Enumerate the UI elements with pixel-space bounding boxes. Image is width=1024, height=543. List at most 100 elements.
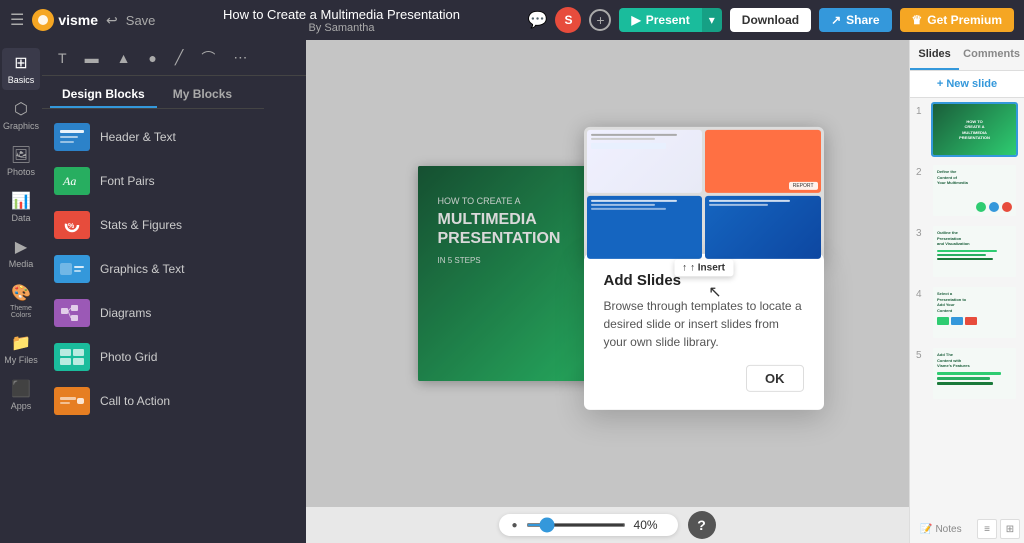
grid-view-button[interactable]: ⊞ [1000, 519, 1020, 539]
block-item-diagrams[interactable]: Diagrams [42, 291, 264, 335]
sidebar-item-apps[interactable]: ⬛ Apps [2, 374, 40, 416]
preview-cell-1 [587, 129, 703, 192]
topbar-right: 💬 S + ▶ Present ▾ Download ↗ Share ♛ Get… [528, 7, 1014, 33]
presentation-subtitle: By Samantha [308, 22, 374, 34]
tab-slides[interactable]: Slides [910, 40, 959, 70]
slide-num-4: 4 [916, 289, 926, 300]
block-item-stats-figures[interactable]: % Stats & Figures [42, 203, 264, 247]
graphics-text-icon [54, 255, 90, 283]
list-view-button[interactable]: ≡ [977, 519, 997, 539]
visme-logo-text: visme [58, 12, 98, 28]
block-item-call-to-action[interactable]: Call to Action [42, 379, 264, 423]
block-item-font-pairs[interactable]: Aa Font Pairs [42, 159, 264, 203]
curve-tool-button[interactable]: ⌒ [195, 45, 221, 71]
preview-cell-4 [705, 195, 821, 258]
notes-icon: 📝 [920, 524, 932, 535]
insert-badge: ↑ ↑ Insert [674, 259, 733, 261]
grid-view-buttons: ≡ ⊞ [977, 519, 1020, 539]
slide-thumb-2[interactable]: Define theContent ofYour Multimedia [931, 163, 1018, 218]
slide-action-bar: 📝 Notes ≡ ⊞ [910, 517, 1024, 543]
notes-button[interactable]: 📝 Notes [914, 521, 968, 538]
block-item-photo-grid[interactable]: Photo Grid [42, 335, 264, 379]
sidebar-item-data[interactable]: 📊 Data [2, 186, 40, 228]
slide-thumb-item-5[interactable]: 5 Add TheContent withVisme's Features [916, 346, 1018, 401]
sidebar-item-media[interactable]: ▶ Media [2, 232, 40, 274]
add-slides-overlay: REPORT [306, 40, 909, 507]
present-button[interactable]: ▶ Present [619, 8, 701, 32]
tab-comments[interactable]: Comments [959, 40, 1024, 70]
slide-thumb-item-2[interactable]: 2 Define theContent ofYour Multimedia [916, 163, 1018, 218]
canvas-area: HOW TO CREATE A MULTIMEDIAPRESENTATION I… [306, 40, 909, 543]
slide-thumb-item-4[interactable]: 4 Select aPresentation toAdd YourContent [916, 285, 1018, 340]
slide-1-thumb-text: HOW TOCREATE AMULTIMEDIAPRESENTATION [956, 116, 993, 143]
slides-tabs: Slides Comments [910, 40, 1024, 71]
add-slides-dialog: Add Slides Browse through templates to l… [584, 253, 824, 409]
download-button[interactable]: Download [730, 8, 811, 32]
sidebar-item-basics[interactable]: ⊞ Basics [2, 48, 40, 90]
svg-text:Aa: Aa [62, 174, 76, 188]
undo-button[interactable]: ↩ [106, 12, 118, 29]
rectangle-tool-button[interactable]: ▬ [79, 47, 105, 69]
circle-tool-button[interactable]: ● [142, 47, 162, 69]
triangle-tool-button[interactable]: ▲ [111, 47, 137, 69]
theme-label: Theme Colors [4, 305, 38, 319]
sidebar-item-theme-colors[interactable]: 🎨 Theme Colors [2, 278, 40, 324]
tab-my-blocks[interactable]: My Blocks [161, 82, 244, 108]
topbar-left: ☰ visme ↩ Save [10, 9, 155, 31]
data-label: Data [11, 213, 30, 223]
graphics-label: Graphics [3, 121, 39, 131]
zoom-label: 40% [634, 518, 666, 532]
sidebar-item-myfiles[interactable]: 📁 My Files [2, 328, 40, 370]
more-tools-button[interactable]: ⋯ [227, 46, 253, 69]
new-slide-button[interactable]: + New slide [910, 71, 1024, 98]
hamburger-icon[interactable]: ☰ [10, 10, 24, 30]
blocks-panel: Design Blocks My Blocks Header & Text [42, 76, 264, 429]
get-premium-button[interactable]: ♛ Get Premium [900, 8, 1014, 32]
sidebar-item-graphics[interactable]: ⬡ Graphics [2, 94, 40, 136]
sidebar-item-photos[interactable]: 🖼 Photos [2, 140, 40, 182]
tab-design-blocks[interactable]: Design Blocks [50, 82, 157, 108]
crown-icon: ♛ [912, 13, 923, 27]
line-tool-button[interactable]: ╱ [169, 46, 189, 69]
popup-description: Browse through templates to locate a des… [604, 296, 804, 350]
slide-thumb-item-1[interactable]: 1 HOW TOCREATE AMULTIMEDIAPRESENTATION [916, 102, 1018, 157]
add-collaborator-button[interactable]: + [589, 9, 611, 31]
comment-icon[interactable]: 💬 [528, 10, 548, 30]
canvas-bottom: ● 40% ? [306, 507, 909, 543]
zoom-slider[interactable] [526, 523, 626, 527]
share-button[interactable]: ↗ Share [819, 8, 891, 32]
header-text-label: Header & Text [100, 130, 176, 144]
visme-logo: visme [32, 9, 98, 31]
slide-thumb-3[interactable]: Outline thePresentationand Visualization [931, 224, 1018, 279]
slide-thumb-1[interactable]: HOW TOCREATE AMULTIMEDIAPRESENTATION [931, 102, 1018, 157]
save-button[interactable]: Save [126, 13, 156, 28]
present-group: ▶ Present ▾ [619, 8, 721, 32]
slide-num-2: 2 [916, 167, 926, 178]
preview-cell-2: REPORT [705, 129, 821, 192]
basics-label: Basics [8, 75, 35, 85]
photos-label: Photos [7, 167, 35, 177]
canvas-wrapper: HOW TO CREATE A MULTIMEDIAPRESENTATION I… [306, 40, 909, 507]
graphics-text-label: Graphics & Text [100, 262, 184, 276]
blocks-tabs: Design Blocks My Blocks [42, 76, 264, 109]
popup-ok-button[interactable]: OK [746, 364, 804, 391]
text-tool-button[interactable]: T [52, 47, 73, 69]
header-text-icon [54, 123, 90, 151]
slide-thumb-4[interactable]: Select aPresentation toAdd YourContent [931, 285, 1018, 340]
preview-cell-3 [587, 195, 703, 258]
block-item-graphics-text[interactable]: Graphics & Text [42, 247, 264, 291]
font-pairs-label: Font Pairs [100, 174, 155, 188]
present-dropdown-button[interactable]: ▾ [702, 8, 722, 32]
myfiles-icon: 📁 [11, 333, 31, 353]
slide-thumb-5[interactable]: Add TheContent withVisme's Features [931, 346, 1018, 401]
stats-figures-icon: % [54, 211, 90, 239]
topbar: ☰ visme ↩ Save How to Create a Multimedi… [0, 0, 1024, 40]
photo-grid-icon [54, 343, 90, 371]
slides-panel: Slides Comments + New slide 1 HOW TOCREA… [909, 40, 1024, 543]
help-button[interactable]: ? [688, 511, 716, 539]
photo-grid-label: Photo Grid [100, 350, 157, 364]
slide-thumb-item-3[interactable]: 3 Outline thePresentationand Visualizati… [916, 224, 1018, 279]
theme-icon: 🎨 [11, 283, 31, 303]
block-item-header-text[interactable]: Header & Text [42, 115, 264, 159]
left-area: T ▬ ▲ ● ╱ ⌒ ⋯ Design Blocks My Blocks [42, 40, 306, 543]
